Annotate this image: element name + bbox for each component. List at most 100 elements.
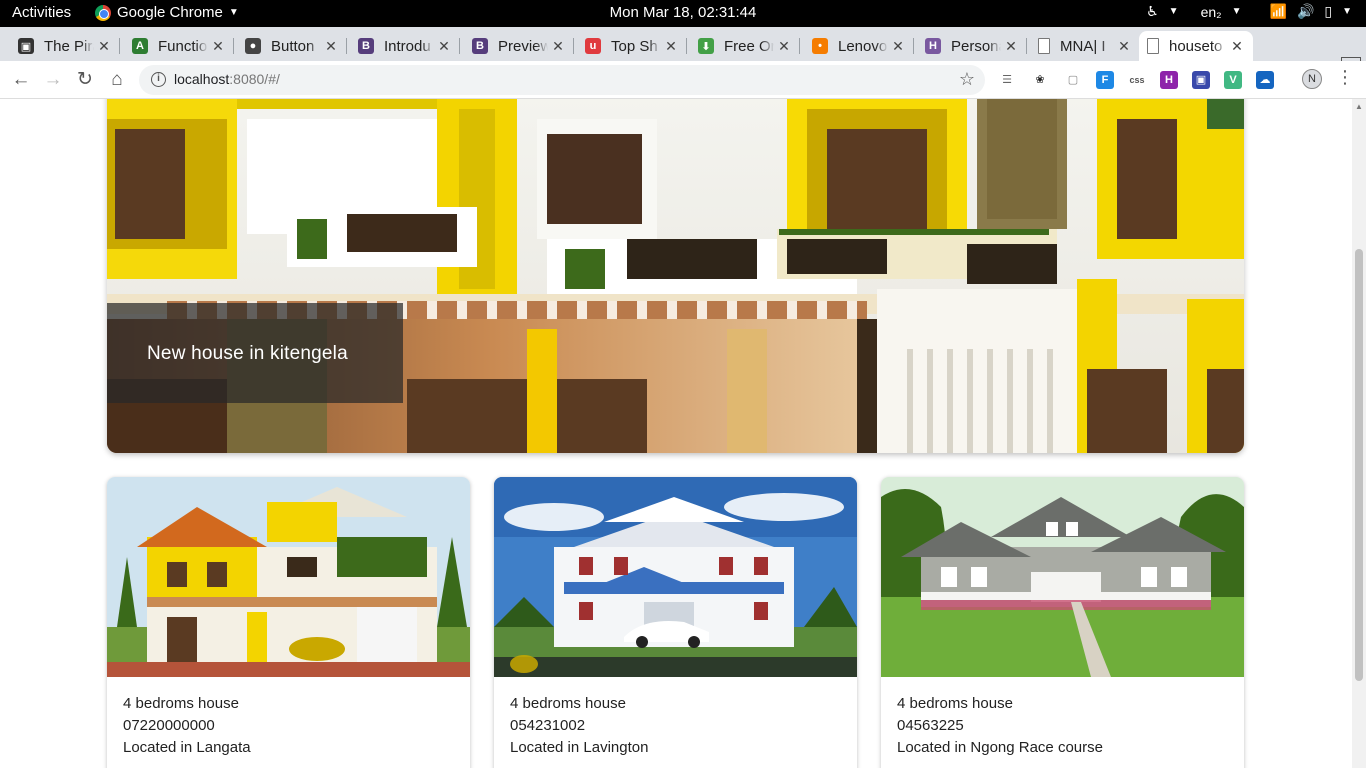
listing-phone: 07220000000: [123, 717, 215, 734]
page-scrollbar[interactable]: ▲: [1352, 99, 1366, 768]
app-name: Google Chrome: [117, 4, 223, 21]
browser-tab[interactable]: u Top Sh ✕: [577, 31, 687, 61]
listing-card[interactable]: 4 bedroms house 07220000000 Located in L…: [107, 477, 470, 768]
heroku-icon: H: [925, 38, 941, 54]
close-tab-icon[interactable]: ✕: [208, 38, 228, 55]
reload-button[interactable]: ↻: [74, 69, 96, 91]
udemy-icon: u: [585, 38, 601, 54]
info-icon[interactable]: i: [151, 72, 166, 87]
chevron-down-icon: ▼: [228, 7, 239, 18]
browser-tab[interactable]: B Preview ✕: [464, 31, 574, 61]
tab-title: houseto: [1169, 37, 1223, 55]
cloud-icon[interactable]: ☁: [1256, 71, 1274, 89]
house-photo: [881, 477, 1244, 677]
system-top-bar: Activities Google Chrome ▼ Mon Mar 18, 0…: [0, 0, 1366, 27]
css-icon[interactable]: css: [1128, 71, 1146, 89]
tab-title: Top Sh: [611, 37, 658, 55]
bookmark-star-icon[interactable]: ☆: [959, 69, 975, 90]
house-photo: [494, 477, 857, 677]
tab-title: The Pira: [44, 37, 94, 55]
listing-location: Located in Langata: [123, 739, 251, 756]
profile-avatar[interactable]: N: [1302, 69, 1322, 89]
tab-title: Lenovo: [838, 37, 888, 55]
android-icon: A: [132, 38, 148, 54]
address-bar[interactable]: i localhost:8080/#/ ☆: [139, 65, 985, 95]
scrollbar-thumb[interactable]: [1355, 249, 1363, 681]
battery-icon: ▯: [1324, 3, 1333, 19]
browser-tab[interactable]: H Persona✕: [917, 31, 1027, 61]
wifi-icon: 📶: [1269, 3, 1287, 19]
scroll-up-icon[interactable]: ▲: [1355, 102, 1363, 111]
tab-title: Button: [271, 37, 315, 55]
listing-title: 4 bedroms house: [123, 695, 239, 712]
browser-tab[interactable]: ● Button ✕: [237, 31, 347, 61]
bootstrap-icon: B: [472, 38, 488, 54]
tab-title: Introdu: [384, 37, 431, 55]
listing-location: Located in Ngong Race course: [897, 739, 1103, 756]
back-button[interactable]: ←: [10, 69, 32, 91]
browser-tab[interactable]: houseto ✕: [1139, 31, 1253, 61]
accessibility-icon[interactable]: ♿: [1146, 3, 1159, 20]
terminal-icon: ▣: [18, 38, 34, 54]
hero-carousel[interactable]: New house in kitengela: [107, 99, 1244, 453]
reading-list-icon[interactable]: ☰: [998, 71, 1016, 89]
page-icon: [1038, 38, 1050, 54]
page-icon: [1147, 38, 1159, 54]
volume-icon: 🔊: [1296, 3, 1315, 19]
download-icon: ⬇: [698, 38, 714, 54]
tab-title: Free Or: [724, 37, 774, 55]
fi-icon[interactable]: F: [1096, 71, 1114, 89]
page-viewport: New house in kitengela 4 bedroms house 0…: [0, 99, 1352, 768]
listing-card[interactable]: 4 bedroms house 04563225 Located in Ngon…: [881, 477, 1244, 768]
hurl-icon[interactable]: H: [1160, 71, 1178, 89]
close-tab-icon[interactable]: ✕: [1001, 38, 1021, 55]
tab-title: MNA| I: [1060, 37, 1106, 55]
github-icon: ●: [245, 38, 261, 54]
close-tab-icon[interactable]: ✕: [548, 38, 568, 55]
browser-tab[interactable]: • Lenovo ✕: [804, 31, 914, 61]
close-tab-icon[interactable]: ✕: [94, 38, 114, 55]
listing-card[interactable]: 4 bedroms house 054231002 Located in Lav…: [494, 477, 857, 768]
listing-title: 4 bedroms house: [897, 695, 1013, 712]
close-tab-icon[interactable]: ✕: [1227, 38, 1247, 55]
pin-icon: •: [812, 38, 828, 54]
activities-button[interactable]: Activities: [12, 4, 71, 21]
hero-caption: New house in kitengela: [147, 343, 348, 364]
app-menu[interactable]: Google Chrome ▼: [95, 4, 239, 21]
tab-strip: ▣The Pira✕AFunctio✕●Button✕BIntrodu✕BPre…: [0, 27, 1366, 81]
vue-icon[interactable]: V: [1224, 71, 1242, 89]
listing-phone: 054231002: [510, 717, 586, 734]
listing-location: Located in Lavington: [510, 739, 649, 756]
clock[interactable]: Mon Mar 18, 02:31:44: [610, 4, 757, 21]
browser-tab[interactable]: B Introdu ✕: [350, 31, 460, 61]
flag-icon[interactable]: ▣: [1192, 71, 1210, 89]
tab-title: Functio: [158, 37, 208, 55]
chrome-icon: [95, 4, 111, 21]
squirrel-icon[interactable]: ❀: [1031, 71, 1049, 89]
close-tab-icon[interactable]: ✕: [321, 38, 341, 55]
browser-tab[interactable]: ⬇ Free Or ✕: [690, 31, 800, 61]
close-tab-icon[interactable]: ✕: [888, 38, 908, 55]
close-tab-icon[interactable]: ✕: [434, 38, 454, 55]
url-text[interactable]: localhost:8080/#/: [174, 71, 280, 87]
search-box-icon[interactable]: ▢: [1064, 71, 1082, 89]
browser-tab[interactable]: MNA| I ✕: [1030, 31, 1140, 61]
home-button[interactable]: ⌂: [106, 69, 128, 91]
browser-tab[interactable]: A Functio ✕: [124, 31, 234, 61]
chevron-down-icon: ▼: [1168, 6, 1179, 17]
listing-phone: 04563225: [897, 717, 964, 734]
listing-title: 4 bedroms house: [510, 695, 626, 712]
browser-tab[interactable]: ▣ The Pira✕: [10, 31, 120, 61]
close-tab-icon[interactable]: ✕: [661, 38, 681, 55]
forward-button[interactable]: →: [42, 69, 64, 91]
bootstrap-icon: B: [358, 38, 374, 54]
kebab-menu-icon[interactable]: ⋮: [1336, 67, 1354, 88]
close-tab-icon[interactable]: ✕: [774, 38, 794, 55]
keyboard-layout[interactable]: en₂: [1201, 4, 1222, 20]
system-tray[interactable]: ♿ ▼ en₂ ▼ 📶 🔊 ▯ ▼: [1146, 3, 1352, 20]
close-tab-icon[interactable]: ✕: [1114, 38, 1134, 55]
tab-title: Persona: [951, 37, 1001, 55]
house-photo: [107, 477, 470, 677]
chevron-down-icon: ▼: [1342, 6, 1352, 17]
hero-caption-box: New house in kitengela: [107, 303, 403, 403]
